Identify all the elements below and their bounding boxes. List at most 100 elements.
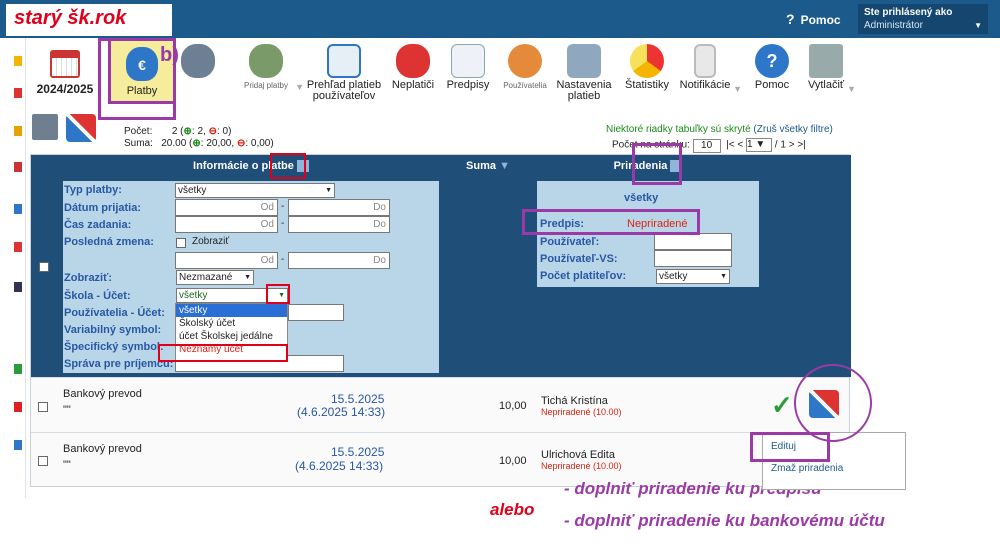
print-button[interactable]: Vytlačiť ▼ <box>806 44 856 94</box>
header-actions <box>763 155 851 177</box>
users-account-input[interactable] <box>288 304 344 321</box>
add-payments-button[interactable]: Pridaj platby ▼ <box>238 44 304 92</box>
header-info: Informácie o platbe <box>59 155 443 177</box>
non-payers-button[interactable]: Neplatiči <box>390 44 436 91</box>
school-year-label: 2024/2025 <box>36 82 94 96</box>
chart-icon[interactable] <box>14 162 22 172</box>
help-link-top[interactable]: ? Pomoc <box>786 11 841 27</box>
actions-filter-cell <box>763 177 851 377</box>
red-icon[interactable] <box>14 402 22 412</box>
delete-assignment-menu-item[interactable]: Zmaž priradenia <box>771 463 843 474</box>
windows-icon[interactable] <box>14 440 22 450</box>
date-to-input[interactable]: Do <box>288 199 390 216</box>
prescriptions-button[interactable]: Predpisy <box>444 44 492 91</box>
statistics-button[interactable]: Štatistiky <box>622 44 672 91</box>
check-filter-cell <box>31 177 59 377</box>
filter-date-label: Dátum prijatia: <box>64 202 142 214</box>
pager-prev[interactable]: |< < <box>726 140 743 151</box>
green-icon[interactable] <box>14 364 22 374</box>
filter-users-label: Používatelia - Účet: <box>64 307 165 319</box>
bars-icon[interactable] <box>14 204 22 214</box>
time-to-input[interactable]: Do <box>288 216 390 233</box>
statistics-label: Štatistiky <box>624 79 669 91</box>
annotation-note-2: - doplniť priradenie ku bankovému účtu <box>564 511 885 530</box>
filter-icon[interactable]: ▼ <box>499 160 510 172</box>
annotation-edit-box <box>750 432 830 462</box>
school-year-button[interactable]: 2024/2025 <box>30 50 100 96</box>
filter-payers-label: Počet platiteľov: <box>540 270 627 282</box>
assigned-name: Ulrichová Edita <box>541 449 615 461</box>
user-select[interactable]: Ste prihlásený ako Administrátor ▼ <box>858 4 988 34</box>
user-payments-overview-button[interactable]: Prehľad platieb používateľov <box>304 44 384 102</box>
assigned-state: Nepriradené (10.00) <box>541 461 622 471</box>
help-label: Pomoc <box>800 13 841 27</box>
range-dash: - <box>281 254 285 265</box>
payment-settings-label: Nastavenia platieb <box>556 79 612 102</box>
help-button[interactable]: ? Pomoc <box>752 44 792 91</box>
date-from-input[interactable]: Od <box>175 199 278 216</box>
notifications-button[interactable]: Notifikácie ▼ <box>678 44 742 94</box>
page-value: 1 <box>747 139 753 150</box>
payment-time: (4.6.2025 14:33) <box>295 459 384 473</box>
prescriptions-label: Predpisy <box>446 79 490 91</box>
header-sum-label: Suma <box>466 160 496 172</box>
users-button[interactable]: Používatelia <box>500 44 550 91</box>
settings-icon <box>567 44 601 78</box>
filter-payers-select[interactable]: všetky <box>656 269 730 284</box>
count-label: Počet: <box>124 126 153 137</box>
user-input[interactable] <box>654 233 732 250</box>
money-bag-red-icon <box>396 44 430 78</box>
filter-type-label: Typ platby: <box>64 184 122 196</box>
annotation-school-dropdown-box <box>266 284 290 304</box>
filter-school-label: Škola - Účet: <box>64 290 131 302</box>
user-role: Administrátor <box>864 20 923 31</box>
app-root: starý šk.rok ? Pomoc Ste prihlásený ako A… <box>0 0 1000 547</box>
assign-all-label: všetky <box>624 192 659 204</box>
table-row[interactable]: Bankový prevod "" 15.5.2025 (4.6.2025 14… <box>31 432 849 486</box>
filter-vs-label: Variabilný symbol: <box>64 324 162 336</box>
person-icon[interactable] <box>14 242 22 252</box>
change-from-input[interactable]: Od <box>175 252 278 269</box>
clear-filters-link[interactable]: (Zruš všetky filtre) <box>753 124 832 135</box>
dropdown-option[interactable]: všetky <box>176 304 287 317</box>
filter-ss-label: Špecifický symbol: <box>64 341 164 353</box>
change-to-input[interactable]: Do <box>288 252 390 269</box>
header-sum: Suma ▼ <box>443 155 533 177</box>
filter-show-label: Zobraziť: <box>64 272 113 284</box>
payment-settings-button[interactable]: Nastavenia platieb <box>554 44 614 102</box>
user-icon <box>508 44 542 78</box>
doc-icon[interactable] <box>14 282 22 292</box>
printer-icon <box>809 44 843 78</box>
dropdown-option[interactable]: Školský účet <box>176 317 287 330</box>
dropdown-option[interactable]: účet Školskej jedálne <box>176 330 287 343</box>
time-from-input[interactable]: Od <box>175 216 278 233</box>
chevron-down-icon: ▼ <box>295 82 304 92</box>
row-checkbox[interactable] <box>38 456 48 466</box>
user-vs-input[interactable] <box>654 250 732 267</box>
sum-plus: 20,00, <box>206 138 235 149</box>
unknown-payment-button[interactable] <box>180 44 216 80</box>
row-checkbox[interactable] <box>38 402 48 412</box>
filter-show-select[interactable]: Nezmazané <box>176 270 254 285</box>
table-row[interactable]: Bankový prevod "" 15.5.2025 (4.6.2025 14… <box>31 377 849 432</box>
show-change-checkbox[interactable] <box>176 238 186 248</box>
save-icon[interactable] <box>32 114 58 140</box>
count-plus: 2, <box>197 126 206 137</box>
tools-icon[interactable] <box>66 114 96 142</box>
pager-next[interactable]: > >| <box>789 140 806 151</box>
calendar-icon <box>50 50 80 78</box>
filter-type-select[interactable]: všetky <box>175 183 335 198</box>
non-payers-label: Neplatiči <box>391 79 435 91</box>
plus-icon: ⊕ <box>183 126 192 137</box>
page-select[interactable]: 1 ▼ <box>746 138 773 152</box>
chevron-down-icon: ▼ <box>847 84 856 94</box>
question-icon: ? <box>786 11 795 27</box>
payment-date: 15.5.2025 <box>331 445 385 459</box>
range-dash: - <box>281 201 285 212</box>
summary-counts: Počet: 2 (⊕: 2, ⊖: 0) Suma: 20.00 (⊕: 20… <box>124 126 274 149</box>
overview-label: Prehľad platieb používateľov <box>306 79 382 102</box>
select-all-checkbox[interactable] <box>39 262 49 272</box>
payment-sum: 10,00 <box>499 455 527 467</box>
per-page-input[interactable]: 10 <box>692 138 721 153</box>
document-icon <box>451 44 485 78</box>
